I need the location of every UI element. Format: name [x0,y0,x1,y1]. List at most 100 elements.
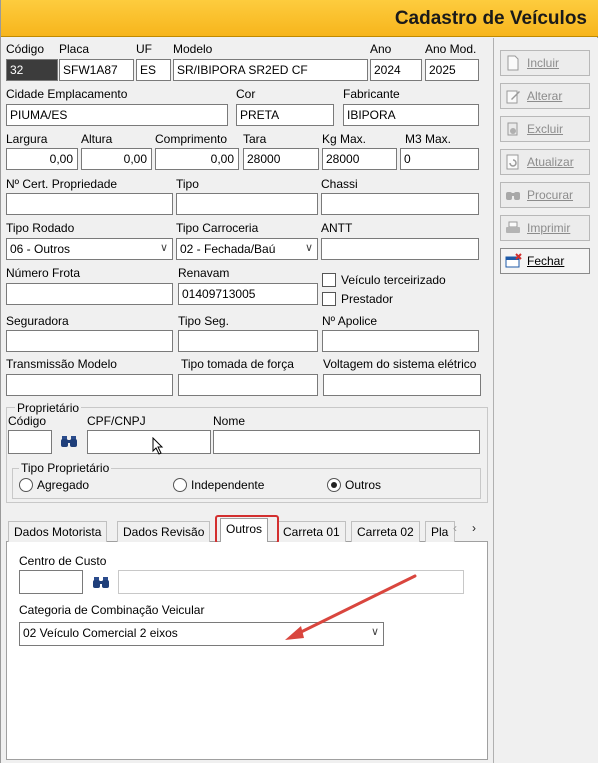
placa-field[interactable]: SFW1A87 [59,59,134,81]
modelo-field[interactable]: SR/IBIPORA SR2ED CF [173,59,368,81]
imprimir-label: Imprimir [527,221,571,235]
title-bar: Cadastro de Veículos [1,0,598,37]
tab-carreta-02[interactable]: Carreta 02 [351,521,420,542]
ano-mod-field[interactable]: 2025 [425,59,479,81]
terceirizado-checkbox[interactable] [322,273,336,287]
incluir-button[interactable]: Incluir [500,50,590,76]
largura-label: Largura [6,132,48,146]
radio-agregado[interactable] [19,478,33,492]
tipo-carroceria-select[interactable]: 02 - Fechada/Baú ∨ [176,238,318,260]
chassi-label: Chassi [321,177,358,191]
comprimento-field[interactable]: 0,00 [155,148,239,170]
radio-independente[interactable] [173,478,187,492]
uf-label: UF [136,42,152,56]
procurar-label: Procurar [527,188,574,202]
uf-field[interactable]: ES [136,59,171,81]
tipo-rodado-label: Tipo Rodado [6,221,75,235]
outros-tab-panel: Centro de Custo Categoria de Combinação … [6,542,488,760]
antt-label: ANTT [321,221,353,235]
codigo-label: Código [6,42,45,56]
tab-scroll-right-icon[interactable]: › [472,521,476,535]
centro-custo-label: Centro de Custo [19,554,107,568]
tab-dados-motorista[interactable]: Dados Motorista [8,521,108,542]
centro-custo-desc-field[interactable] [118,570,464,594]
prop-cpf-label: CPF/CNPJ [87,414,146,428]
cidade-label: Cidade Emplacamento [6,87,128,101]
radio-independente-label: Independente [191,478,265,492]
printer-icon [505,220,523,236]
numero-frota-field[interactable] [6,283,173,305]
renavam-field[interactable]: 01409713005 [178,283,318,305]
seguradora-field[interactable] [6,330,173,352]
vehicle-registration-window: Cadastro de Veículos Código Placa UF Mod… [0,0,598,763]
cert-field[interactable] [6,193,173,215]
kg-max-label: Kg Max. [322,132,367,146]
incluir-label: Incluir [527,56,560,70]
chassi-field[interactable] [321,193,479,215]
modelo-label: Modelo [173,42,213,56]
prestador-label: Prestador [341,292,394,306]
altura-field[interactable]: 0,00 [81,148,152,170]
excluir-button[interactable]: Excluir [500,116,590,142]
fechar-button[interactable]: Fechar [500,248,590,274]
window-title: Cadastro de Veículos [394,8,587,29]
comprimento-label: Comprimento [155,132,228,146]
alterar-button[interactable]: Alterar [500,83,590,109]
tipo-field[interactable] [176,193,318,215]
delete-icon [505,121,523,137]
refresh-icon [505,154,523,170]
voltagem-field[interactable] [323,374,481,396]
prestador-checkbox[interactable] [322,292,336,306]
seguradora-label: Seguradora [6,314,69,328]
tipo-carroceria-label: Tipo Carroceria [176,221,259,235]
atualizar-button[interactable]: Atualizar [500,149,590,175]
m3-max-field[interactable]: 0 [400,148,479,170]
chevron-down-icon: ∨ [304,242,313,254]
fabricante-field[interactable]: IBIPORA [343,104,479,126]
prop-nome-field[interactable] [213,430,480,454]
fechar-label: Fechar [527,254,565,268]
binoculars-icon[interactable] [92,574,110,590]
categoria-select[interactable]: 02 Veículo Comercial 2 eixos ∨ [19,622,384,646]
tipo-proprietario-label: Tipo Proprietário [19,461,112,475]
tipo-rodado-select[interactable]: 06 - Outros ∨ [6,238,173,260]
tomada-forca-label: Tipo tomada de força [181,357,294,371]
largura-field[interactable]: 0,00 [6,148,78,170]
tipo-carroceria-value: 02 - Fechada/Baú [180,242,276,256]
chevron-down-icon: ∨ [370,626,379,638]
procurar-button[interactable]: Procurar [500,182,590,208]
tipo-label: Tipo [176,177,199,191]
numero-frota-label: Número Frota [6,266,81,280]
mouse-cursor-icon [152,436,164,458]
cidade-field[interactable]: PIUMA/ES [6,104,228,126]
apolice-field[interactable] [322,330,479,352]
centro-custo-code-field[interactable] [19,570,83,594]
antt-field[interactable] [321,238,479,260]
tara-field[interactable]: 28000 [243,148,319,170]
tab-carreta-01[interactable]: Carreta 01 [277,521,346,542]
tab-scroll-left-icon[interactable]: ‹ [453,521,457,535]
tomada-forca-field[interactable] [178,374,318,396]
cert-label: Nº Cert. Propriedade [6,177,118,191]
transmissao-field[interactable] [6,374,173,396]
transmissao-label: Transmissão Modelo [6,357,117,371]
tab-dados-revisao[interactable]: Dados Revisão [117,521,211,542]
tab-pla[interactable]: Pla [425,521,455,542]
tipo-seg-label: Tipo Seg. [178,314,229,328]
atualizar-label: Atualizar [527,155,574,169]
ano-field[interactable]: 2024 [370,59,422,81]
kg-max-field[interactable]: 28000 [322,148,397,170]
cor-field[interactable]: PRETA [236,104,334,126]
prop-codigo-field[interactable] [8,430,52,454]
prop-nome-label: Nome [213,414,246,428]
imprimir-button[interactable]: Imprimir [500,215,590,241]
tipo-seg-field[interactable] [178,330,318,352]
alterar-label: Alterar [527,89,563,103]
m3-max-label: M3 Max. [405,132,452,146]
radio-outros[interactable] [327,478,341,492]
codigo-field[interactable]: 32 [6,59,58,81]
prop-cpf-field[interactable] [87,430,211,454]
terceirizado-label: Veículo terceirizado [341,273,446,287]
radio-agregado-label: Agregado [37,478,90,492]
binoculars-icon[interactable] [60,433,78,449]
